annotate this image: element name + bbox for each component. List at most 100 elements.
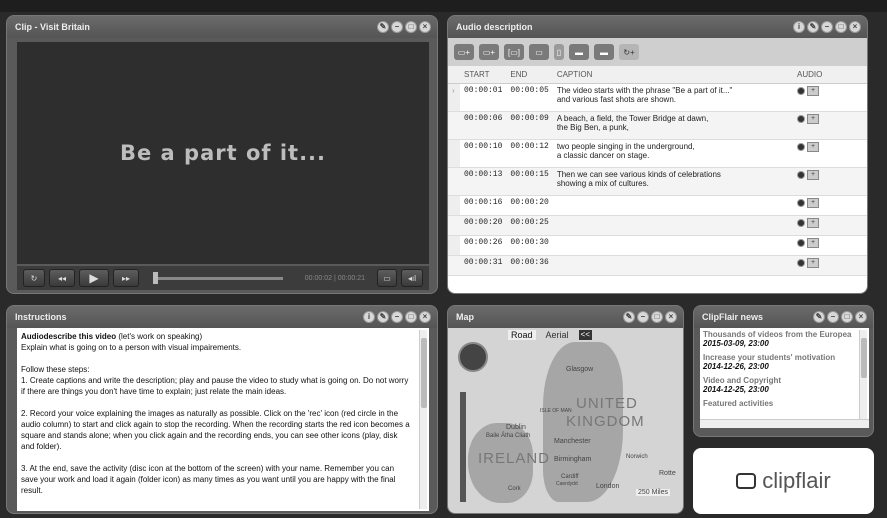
caption-row[interactable]: 00:00:06 00:00:09 A beach, a field, the To… bbox=[448, 111, 867, 140]
news-item[interactable]: Increase your students' motivation 2014-1… bbox=[703, 353, 859, 371]
minimize-icon[interactable]: – bbox=[827, 311, 839, 323]
start-time[interactable]: 00:00:26 bbox=[460, 235, 507, 256]
news-hscrollbar[interactable] bbox=[700, 419, 869, 428]
close-icon[interactable]: × bbox=[855, 311, 867, 323]
load-audio-icon[interactable]: + bbox=[807, 257, 819, 268]
settings-icon[interactable]: ✎ bbox=[377, 21, 389, 33]
news-item[interactable]: Video and Copyright 2014-12-25, 23:00 bbox=[703, 376, 859, 394]
caption-text[interactable] bbox=[552, 255, 793, 276]
maximize-icon[interactable]: □ bbox=[835, 21, 847, 33]
record-icon[interactable] bbox=[797, 258, 805, 267]
start-time[interactable]: 00:00:16 bbox=[460, 195, 507, 216]
delete-caption-icon[interactable]: ▯ bbox=[554, 44, 564, 60]
caption-text[interactable] bbox=[552, 215, 793, 236]
caption-text[interactable]: A beach, a field, the Tower Bridge at da… bbox=[552, 111, 793, 140]
split-caption-icon[interactable]: ▭ bbox=[529, 44, 549, 60]
row-selector[interactable] bbox=[448, 139, 460, 168]
end-time[interactable]: 00:00:25 bbox=[506, 215, 553, 236]
record-icon[interactable] bbox=[797, 142, 805, 151]
end-time[interactable]: 00:00:05 bbox=[506, 83, 553, 112]
start-header[interactable]: START bbox=[460, 66, 507, 84]
caption-text[interactable] bbox=[552, 195, 793, 216]
end-time[interactable]: 00:00:36 bbox=[506, 255, 553, 276]
news-item[interactable]: Thousands of videos from the Europea 2015… bbox=[703, 330, 859, 348]
caption-row[interactable]: 00:00:13 00:00:15 Then we can see various … bbox=[448, 167, 867, 196]
captions-toggle[interactable]: ▭ bbox=[377, 269, 397, 287]
map-collapse-button[interactable]: << bbox=[578, 330, 592, 340]
close-icon[interactable]: × bbox=[849, 21, 861, 33]
video-screen[interactable]: Be a part of it... bbox=[17, 42, 429, 264]
map-pan-control[interactable] bbox=[458, 342, 488, 372]
row-selector[interactable] bbox=[448, 215, 460, 236]
rewind-button[interactable]: ◂◂ bbox=[49, 269, 75, 287]
end-header[interactable]: END bbox=[506, 66, 553, 84]
loop-button[interactable]: ↻ bbox=[23, 269, 45, 287]
close-icon[interactable]: × bbox=[419, 21, 431, 33]
start-time[interactable]: 00:00:01 bbox=[460, 83, 507, 112]
info-icon[interactable]: i bbox=[363, 311, 375, 323]
row-selector[interactable] bbox=[448, 235, 460, 256]
settings-icon[interactable]: ✎ bbox=[813, 311, 825, 323]
audio-header[interactable]: AUDIO bbox=[793, 66, 867, 84]
record-icon[interactable] bbox=[797, 86, 805, 95]
load-audio-icon[interactable]: ▬ bbox=[569, 44, 589, 60]
row-selector[interactable] bbox=[448, 195, 460, 216]
maximize-icon[interactable]: □ bbox=[651, 311, 663, 323]
caption-row[interactable]: › 00:00:01 00:00:05 The video starts with t… bbox=[448, 83, 867, 112]
save-audio-icon[interactable]: ▬ bbox=[594, 44, 614, 60]
fast-forward-button[interactable]: ▸▸ bbox=[113, 269, 139, 287]
close-icon[interactable]: × bbox=[665, 311, 677, 323]
minimize-icon[interactable]: – bbox=[391, 311, 403, 323]
news-vscrollbar[interactable] bbox=[859, 330, 867, 426]
map-tab-road[interactable]: Road bbox=[508, 330, 536, 340]
caption-header[interactable]: CAPTION bbox=[552, 66, 793, 84]
caption-text[interactable]: Then we can see various kinds of celebra… bbox=[552, 167, 793, 196]
minimize-icon[interactable]: – bbox=[391, 21, 403, 33]
add-caption-before-icon[interactable]: ▭+ bbox=[454, 44, 474, 60]
record-icon[interactable] bbox=[797, 170, 805, 179]
load-audio-icon[interactable]: + bbox=[807, 217, 819, 228]
merge-captions-icon[interactable]: [▭] bbox=[504, 44, 524, 60]
row-selector[interactable] bbox=[448, 167, 460, 196]
start-time[interactable]: 00:00:06 bbox=[460, 111, 507, 140]
end-time[interactable]: 00:00:30 bbox=[506, 235, 553, 256]
instructions-text[interactable]: Audiodescribe this video (let's work on … bbox=[17, 328, 429, 511]
seek-handle[interactable] bbox=[153, 272, 158, 284]
row-selector[interactable] bbox=[448, 111, 460, 140]
load-audio-icon[interactable]: + bbox=[807, 237, 819, 248]
minimize-icon[interactable]: – bbox=[637, 311, 649, 323]
maximize-icon[interactable]: □ bbox=[405, 311, 417, 323]
add-audio-icon[interactable]: ↻+ bbox=[619, 44, 639, 60]
settings-icon[interactable]: ✎ bbox=[623, 311, 635, 323]
settings-icon[interactable]: ✎ bbox=[807, 21, 819, 33]
start-time[interactable]: 00:00:13 bbox=[460, 167, 507, 196]
volume-button[interactable]: ◂ıl bbox=[401, 269, 423, 287]
info-icon[interactable]: i bbox=[793, 21, 805, 33]
start-time[interactable]: 00:00:31 bbox=[460, 255, 507, 276]
news-item[interactable]: Featured activities bbox=[703, 399, 859, 408]
maximize-icon[interactable]: □ bbox=[841, 311, 853, 323]
load-audio-icon[interactable]: + bbox=[807, 169, 819, 180]
caption-text[interactable]: The video starts with the phrase "Be a p… bbox=[552, 83, 793, 112]
caption-text[interactable] bbox=[552, 235, 793, 256]
play-button[interactable]: ▶ bbox=[79, 269, 109, 287]
record-icon[interactable] bbox=[797, 218, 805, 227]
load-audio-icon[interactable]: + bbox=[807, 141, 819, 152]
caption-row[interactable]: 00:00:16 00:00:20 + bbox=[448, 195, 867, 216]
map-zoom-slider[interactable] bbox=[460, 392, 466, 502]
seek-bar[interactable]: 00:00:02 | 00:00:21 bbox=[143, 269, 373, 287]
end-time[interactable]: 00:00:09 bbox=[506, 111, 553, 140]
scroll-thumb[interactable] bbox=[861, 338, 867, 378]
caption-row[interactable]: 00:00:20 00:00:25 + bbox=[448, 215, 867, 236]
add-caption-after-icon[interactable]: ▭+ bbox=[479, 44, 499, 60]
record-icon[interactable] bbox=[797, 238, 805, 247]
map-view[interactable]: Road Aerial << Glasgow UNITED KINGDOM IS… bbox=[448, 328, 683, 513]
maximize-icon[interactable]: □ bbox=[405, 21, 417, 33]
load-audio-icon[interactable]: + bbox=[807, 113, 819, 124]
row-selector[interactable]: › bbox=[448, 83, 460, 112]
minimize-icon[interactable]: – bbox=[821, 21, 833, 33]
end-time[interactable]: 00:00:15 bbox=[506, 167, 553, 196]
record-icon[interactable] bbox=[797, 114, 805, 123]
load-audio-icon[interactable]: + bbox=[807, 85, 819, 96]
end-time[interactable]: 00:00:20 bbox=[506, 195, 553, 216]
